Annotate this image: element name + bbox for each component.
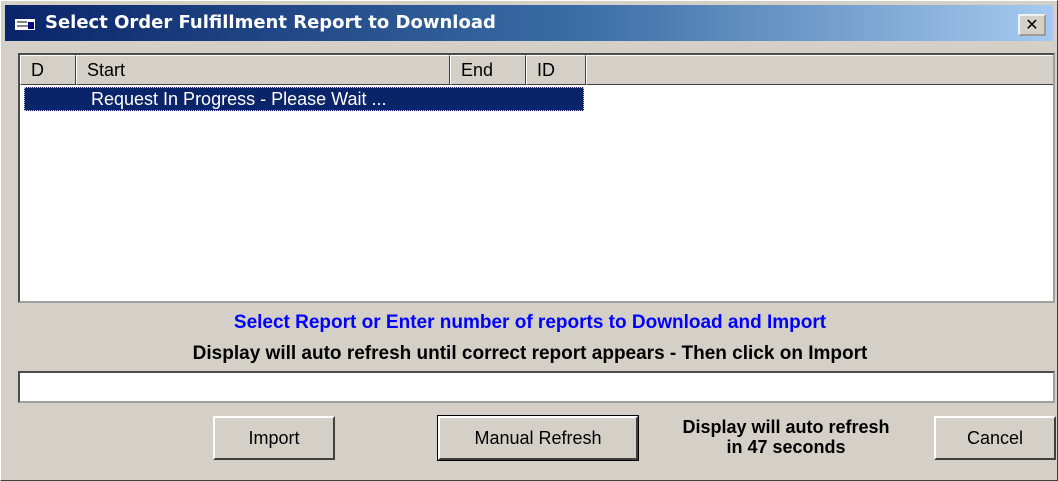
list-item[interactable]: Request In Progress - Please Wait ...: [24, 87, 584, 111]
instruction-primary: Select Report or Enter number of reports…: [233, 312, 827, 333]
column-header-d[interactable]: D: [20, 55, 76, 85]
manual-refresh-button[interactable]: Manual Refresh: [437, 415, 639, 461]
refresh-status-line2: in 47 seconds: [726, 437, 846, 457]
close-icon: ✕: [1025, 15, 1039, 34]
instruction-secondary: Display will auto refresh until correct …: [192, 343, 868, 364]
window-title: Select Order Fulfillment Report to Downl…: [45, 12, 496, 33]
column-header-id[interactable]: ID: [526, 55, 586, 85]
close-button[interactable]: ✕: [1018, 14, 1046, 36]
report-list[interactable]: D Start End ID Request In Progress - Ple…: [18, 53, 1055, 303]
column-header-end[interactable]: End: [450, 55, 526, 85]
column-header-filler: [586, 55, 1053, 85]
refresh-status-line1: Display will auto refresh: [682, 417, 890, 437]
cancel-button[interactable]: Cancel: [934, 416, 1056, 460]
title-bar[interactable]: Select Order Fulfillment Report to Downl…: [5, 5, 1053, 41]
list-item-text: Request In Progress - Please Wait ...: [91, 89, 387, 109]
import-button[interactable]: Import: [213, 416, 335, 460]
report-count-input[interactable]: [18, 371, 1055, 403]
refresh-countdown: Display will auto refresh in 47 seconds: [651, 417, 921, 457]
column-header-start[interactable]: Start: [76, 55, 450, 85]
window-app-icon: [15, 16, 35, 30]
report-download-dialog: Select Order Fulfillment Report to Downl…: [0, 0, 1058, 481]
